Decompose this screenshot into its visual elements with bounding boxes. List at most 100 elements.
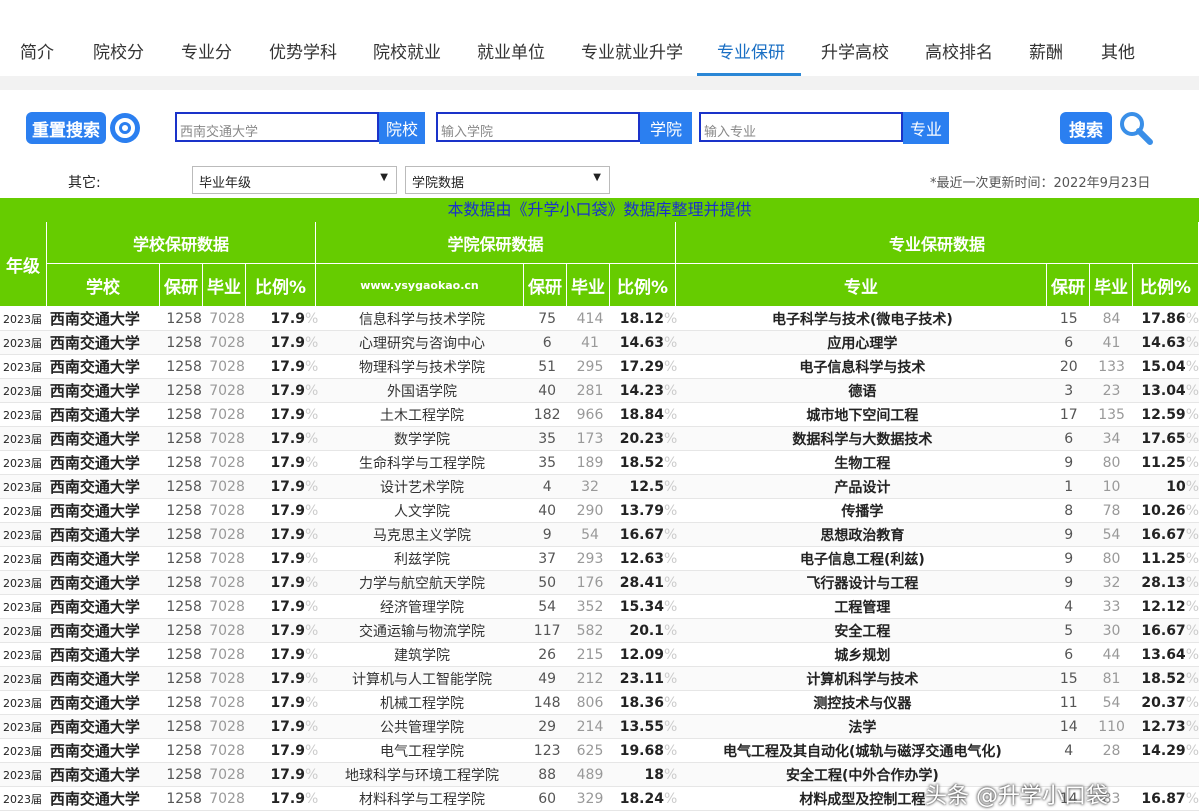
school-cell: 西南交通大学	[49, 762, 163, 787]
percent-sign: %	[304, 646, 319, 663]
nav-item-intro[interactable]: 简介	[20, 38, 54, 63]
college-cell: 外国语学院	[318, 378, 526, 403]
major-ratio-cell: 11.25%	[1132, 546, 1199, 571]
school-input[interactable]: 西南交通大学	[175, 112, 379, 142]
percent-sign: %	[664, 766, 678, 783]
percent-sign: %	[664, 334, 678, 351]
school-baoyan-cell: 1258	[162, 307, 206, 331]
table-row: 2023届 西南交通大学 1258 7028 17.9% 设计艺术学院 4 32 12.5% 产品…	[0, 474, 1199, 499]
table-row: 2023届 西南交通大学 1258 7028 17.9% 人文学院 40 290 13.79% 传…	[0, 498, 1199, 523]
search-button[interactable]: 搜索	[1060, 112, 1112, 144]
ratio-value: 17.9	[270, 646, 305, 663]
nav-item-salary[interactable]: 薪酬	[1029, 38, 1063, 63]
grade-cell: 2023届	[0, 330, 50, 355]
nav-item-ranking[interactable]: 高校排名	[925, 38, 993, 63]
college-button[interactable]: 学院	[640, 112, 692, 144]
grade-cell: 2023届	[0, 762, 50, 787]
school-total-cell: 7028	[205, 498, 249, 523]
major-total-cell: 23	[1090, 378, 1133, 403]
major-ratio-cell: 16.67%	[1132, 618, 1199, 643]
refresh-icon[interactable]	[110, 113, 140, 143]
reset-search-button[interactable]: 重置搜索	[26, 112, 106, 144]
school-total-cell: 7028	[205, 474, 249, 499]
nav-item-school-employment[interactable]: 院校就业	[373, 38, 441, 63]
nav-item-school-score[interactable]: 院校分	[93, 38, 144, 63]
major-ratio-cell: 12.59%	[1132, 402, 1199, 427]
nav-item-further-school[interactable]: 升学高校	[821, 38, 889, 63]
college-cell: 心理研究与咨询中心	[318, 330, 526, 355]
college-ratio-cell: 18.52%	[611, 450, 678, 475]
college-ratio-cell: 12.09%	[611, 642, 678, 667]
percent-sign: %	[664, 430, 678, 447]
data-type-select[interactable]: 学院数据 ▼	[405, 166, 610, 194]
major-baoyan-cell: 4	[1047, 738, 1091, 763]
ratio-value: 28.13	[1141, 574, 1186, 591]
nav-item-other[interactable]: 其他	[1101, 38, 1135, 63]
percent-sign: %	[304, 622, 319, 639]
major-baoyan-cell: 3	[1047, 378, 1091, 403]
school-total-cell: 7028	[205, 330, 249, 355]
major-baoyan-cell: 15	[1047, 666, 1091, 691]
ratio-value: 14.63	[619, 334, 664, 351]
school-button[interactable]: 院校	[379, 112, 425, 144]
major-ratio-cell: 14.63%	[1132, 330, 1199, 355]
percent-sign: %	[1185, 550, 1199, 567]
table-row: 2023届 西南交通大学 1258 7028 17.9% 信息科学与技术学院 75 414 18…	[0, 307, 1199, 331]
header-major-ratio: 比例%	[1133, 264, 1199, 307]
percent-sign: %	[1185, 382, 1199, 399]
college-total-cell: 290	[568, 498, 612, 523]
major-input[interactable]: 输入专业	[699, 112, 903, 142]
grade-cell: 2023届	[0, 378, 50, 403]
school-cell: 西南交通大学	[49, 594, 163, 619]
grade-cell: 2023届	[0, 594, 50, 619]
table-row: 2023届 西南交通大学 1258 7028 17.9% 交通运输与物流学院 117 582 2…	[0, 618, 1199, 643]
nav-item-employers[interactable]: 就业单位	[477, 38, 545, 63]
search-icon[interactable]	[1118, 110, 1154, 146]
college-total-cell: 489	[568, 762, 612, 787]
major-cell: 电气工程及其自动化(城轨与磁浮交通电气化)	[677, 738, 1048, 763]
ratio-value: 18.84	[619, 406, 664, 423]
college-input[interactable]: 输入学院	[436, 112, 640, 142]
nav-item-major-employment[interactable]: 专业就业升学	[581, 38, 683, 63]
percent-sign: %	[664, 550, 678, 567]
school-baoyan-cell: 1258	[162, 570, 206, 595]
college-baoyan-cell: 117	[525, 618, 569, 643]
college-cell: 材料科学与工程学院	[318, 786, 526, 811]
college-ratio-cell: 18.12%	[611, 307, 678, 331]
college-cell: 机械工程学院	[318, 690, 526, 715]
school-baoyan-cell: 1258	[162, 498, 206, 523]
ratio-value: 17.9	[270, 526, 305, 543]
school-baoyan-cell: 1258	[162, 714, 206, 739]
header-school-ratio: 比例%	[246, 264, 316, 307]
major-cell: 德语	[677, 378, 1048, 403]
percent-sign: %	[304, 670, 319, 687]
major-ratio-cell: 13.64%	[1132, 642, 1199, 667]
other-label: 其它:	[68, 175, 101, 191]
ratio-value: 18	[644, 766, 664, 783]
nav-item-major-baoyan[interactable]: 专业保研	[717, 38, 785, 63]
ratio-value: 11.25	[1141, 550, 1186, 567]
nav-item-major-score[interactable]: 专业分	[181, 38, 232, 63]
major-total-cell: 34	[1090, 426, 1133, 451]
major-total-cell: 84	[1090, 307, 1133, 331]
college-baoyan-cell: 123	[525, 738, 569, 763]
major-total-cell: 54	[1090, 690, 1133, 715]
college-total-cell: 295	[568, 354, 612, 379]
major-button[interactable]: 专业	[903, 112, 949, 144]
nav-item-advantage[interactable]: 优势学科	[269, 38, 337, 63]
college-ratio-cell: 18.84%	[611, 402, 678, 427]
grade-select[interactable]: 毕业年级 ▼	[192, 166, 397, 194]
college-ratio-cell: 15.34%	[611, 594, 678, 619]
ratio-value: 12.59	[1141, 406, 1186, 423]
school-ratio-cell: 17.9%	[248, 690, 319, 715]
percent-sign: %	[304, 382, 319, 399]
school-total-cell: 7028	[205, 426, 249, 451]
college-total-cell: 54	[568, 522, 612, 547]
college-ratio-cell: 20.23%	[611, 426, 678, 451]
ratio-value: 17.9	[270, 478, 305, 495]
college-cell: 土木工程学院	[318, 402, 526, 427]
header-school-biye: 毕业	[203, 264, 246, 307]
ratio-value: 17.9	[270, 622, 305, 639]
college-cell: 计算机与人工智能学院	[318, 666, 526, 691]
college-baoyan-cell: 4	[525, 474, 569, 499]
